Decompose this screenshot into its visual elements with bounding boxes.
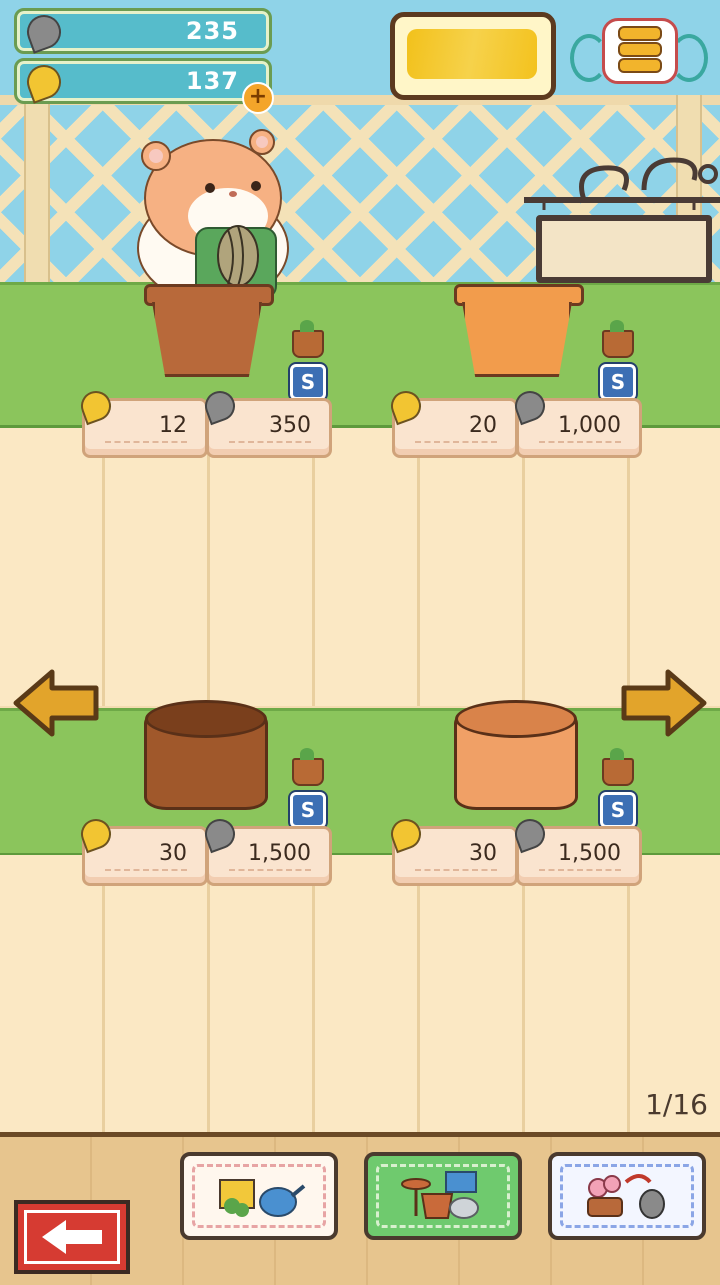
next-page-arrow-icon[interactable] [620,668,708,738]
plus-icon[interactable]: + [242,82,274,114]
stump-opening [145,700,267,738]
page-indicator: 1/16 [645,1088,708,1121]
back-arrow-icon [42,1220,102,1254]
hamster-shopkeeper [137,129,289,298]
divider [105,869,187,871]
pot-body [152,302,262,377]
size-badge: S [290,364,326,400]
gold-price: 30 [469,841,497,866]
divider [415,441,497,443]
garden-tools-tab[interactable] [180,1152,338,1240]
mini-pot-icon [602,748,634,786]
silver-seed-icon [22,10,66,54]
gold-price: 30 [159,841,187,866]
item-orange-stump-planter[interactable] [452,700,578,810]
gold-price-button[interactable]: 12 [76,386,208,458]
gold-amount: 137 [185,67,239,95]
fence-post [24,95,50,295]
pot-body [462,302,572,377]
item-brown-stump-planter[interactable] [142,700,268,810]
divider [539,869,621,871]
size-badge: S [600,364,636,400]
gold-shop-banner[interactable] [390,12,556,100]
gold-price-button[interactable]: 30 [386,814,518,886]
flower-exchange-icon [587,1174,665,1219]
silver-amount: 235 [185,17,239,45]
silver-price: 350 [269,413,311,438]
gold-price: 12 [159,413,187,438]
gold-banner-fill [407,29,537,79]
mini-pot-icon [602,320,634,358]
gold-currency-bar: 137 [14,58,272,104]
silver-price-button[interactable]: 1,500 [510,814,642,886]
sign-bracket [524,157,720,210]
size-badge: S [290,792,326,828]
garden-tools-icon [219,1179,306,1217]
silver-price-button[interactable]: 1,000 [510,386,642,458]
wooden-fence [0,428,720,706]
pots-icon [401,1171,479,1219]
wooden-fence [0,855,720,1133]
mini-pot-icon [292,748,324,786]
gold-price: 20 [469,413,497,438]
divider [105,441,187,443]
divider [229,441,311,443]
mini-pot-icon [292,320,324,358]
divider [539,441,621,443]
item-brown-clay-pot[interactable] [144,284,274,384]
gold-price-button[interactable]: 30 [76,814,208,886]
flower-exchange-tab[interactable] [548,1152,706,1240]
prev-page-arrow-icon[interactable] [12,668,100,738]
pots-tab[interactable] [364,1152,522,1240]
gold-price-button[interactable]: 20 [386,386,518,458]
item-orange-clay-pot[interactable] [454,284,584,384]
menu-button[interactable] [566,14,708,88]
silver-currency-bar: 235 [14,8,272,54]
divider [229,869,311,871]
divider [415,869,497,871]
gold-seed-icon [22,60,66,104]
silver-price: 1,000 [558,413,621,438]
silver-price: 1,500 [558,841,621,866]
silver-price: 1,500 [248,841,311,866]
size-badge: S [600,792,636,828]
back-button[interactable] [14,1200,130,1274]
stump-opening [455,700,577,738]
hanging-sign [536,215,712,283]
silver-price-button[interactable]: 350 [200,386,332,458]
silver-price-button[interactable]: 1,500 [200,814,332,886]
